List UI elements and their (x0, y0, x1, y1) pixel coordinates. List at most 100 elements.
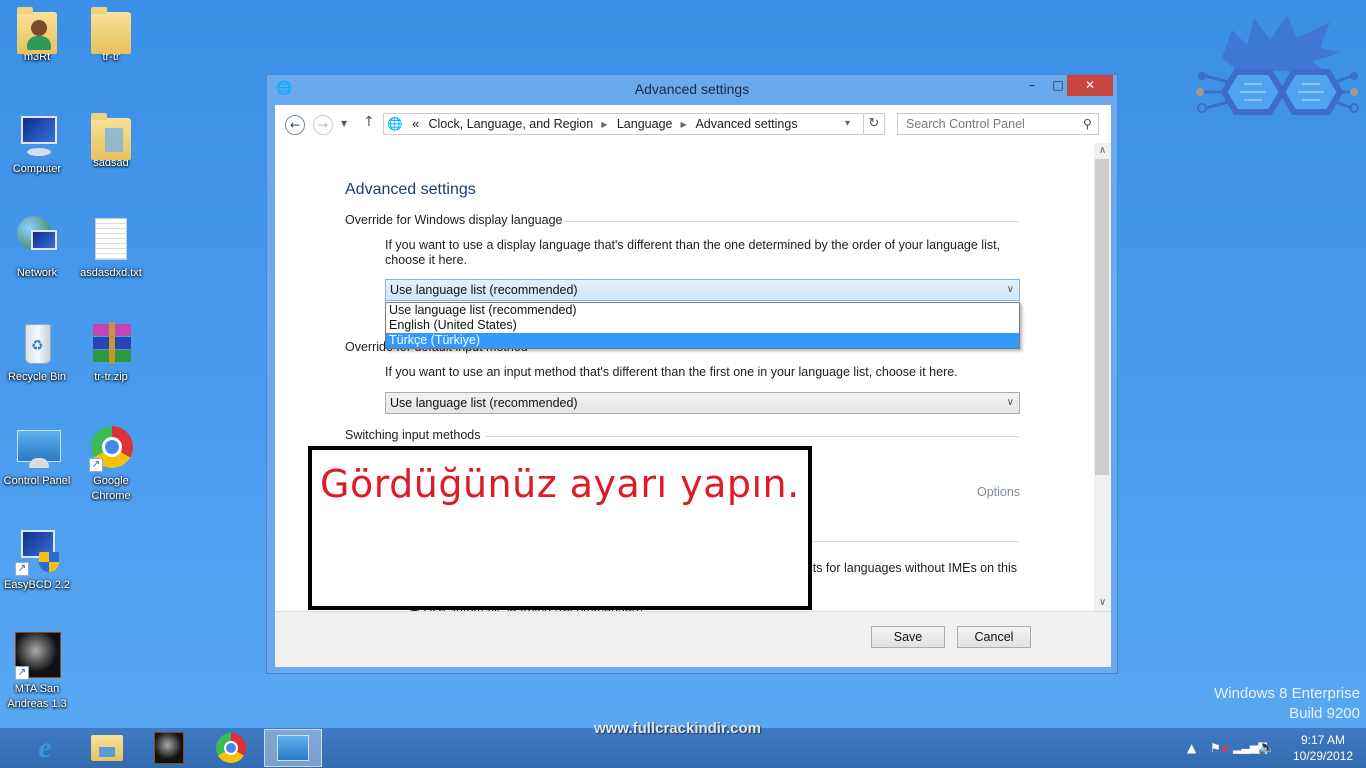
shortcut-arrow-icon: ↗ (89, 458, 103, 472)
display-language-select[interactable]: Use language list (recommended) ∨ (385, 279, 1020, 301)
address-dropdown-icon[interactable]: ▾ (845, 114, 850, 134)
section-display-language: Override for Windows display language (345, 213, 1019, 227)
up-button[interactable]: ↑ (363, 114, 375, 130)
os-version-label: Windows 8 Enterprise Build 9200 (1214, 684, 1360, 724)
recycle-bin-icon: ♻ (13, 320, 61, 368)
display-language-description: If you want to use a display language th… (385, 238, 1001, 267)
folder-icon (91, 7, 131, 54)
desktop-icon-recycle-bin[interactable]: ♻ Recycle Bin (0, 320, 74, 385)
section-switching-input-methods: Switching input methods (345, 428, 1019, 442)
close-button[interactable]: ✕ (1067, 75, 1113, 96)
dialog-footer: Save Cancel (275, 611, 1111, 667)
computer-icon (13, 112, 61, 160)
desktop-icon-asdasdxd-txt[interactable]: asdasdxd.txt (74, 216, 148, 281)
taskbar-control-panel[interactable] (264, 729, 322, 767)
mta-icon (154, 732, 184, 764)
watermark-logo (1196, 15, 1359, 115)
text-file-icon (87, 216, 135, 264)
desktop-icon-mta-san-andreas[interactable]: ↗ MTA San Andreas 1.3 (0, 632, 74, 712)
dropdown-option-selected[interactable]: Türkçe (Türkiye) (386, 333, 1019, 348)
display-language-dropdown: Use language list (recommended) English … (385, 302, 1020, 349)
search-icon[interactable]: ⚲ (1083, 114, 1092, 134)
taskbar-file-explorer[interactable] (78, 729, 136, 767)
vertical-scrollbar[interactable]: ∧ ∨ (1094, 143, 1111, 611)
back-button[interactable]: ← (285, 115, 305, 135)
user-folder-icon (17, 7, 57, 54)
icon-label: Recycle Bin (7, 371, 67, 383)
volume-icon[interactable]: 🔈 (1258, 728, 1275, 768)
winrar-archive-icon (87, 320, 135, 368)
annotation-text: Gördüğünüz ayarı yapın. (320, 462, 800, 506)
title-bar[interactable]: 🌐 Advanced settings – □ ✕ (267, 75, 1117, 105)
input-method-description: If you want to use an input method that'… (385, 365, 958, 379)
search-placeholder: Search Control Panel (906, 117, 1025, 131)
site-watermark: www.fullcrackindir.com (594, 720, 761, 737)
desktop-icon-tr-tr-zip[interactable]: tr-tr.zip (74, 320, 148, 385)
icon-label: Control Panel (3, 475, 71, 487)
select-value: Use language list (recommended) (390, 283, 578, 297)
icon-label: tr-tr.zip (94, 371, 128, 383)
section-divider (485, 436, 1019, 437)
breadcrumb-overflow[interactable]: « (412, 117, 419, 131)
scrollbar-thumb[interactable] (1095, 159, 1109, 475)
action-center-flag-icon[interactable]: ⚑✖ (1210, 728, 1228, 768)
refresh-button[interactable]: ↻ (863, 113, 885, 135)
navigation-bar: ← → ▾ ↑ 🌐 « Clock, Language, and Region ▶… (275, 105, 1111, 143)
icon-label: Network (16, 267, 58, 279)
scroll-down-icon[interactable]: ∨ (1094, 595, 1111, 611)
forward-button[interactable]: → (313, 115, 333, 135)
breadcrumb-advanced-settings[interactable]: Advanced settings (695, 117, 797, 131)
section-heading: Switching input methods (345, 428, 481, 442)
network-icon (13, 216, 61, 264)
icon-label: Computer (12, 163, 62, 175)
dropdown-option[interactable]: English (United States) (386, 318, 1019, 333)
desktop-icon-google-chrome[interactable]: ↗ Google Chrome (74, 424, 148, 504)
address-bar[interactable]: 🌐 « Clock, Language, and Region ▶ Languag… (383, 113, 885, 135)
breadcrumb-clock-language-region[interactable]: Clock, Language, and Region (429, 117, 594, 131)
icon-label: asdasdxd.txt (80, 267, 142, 279)
taskbar-google-chrome[interactable] (202, 729, 260, 767)
control-panel-icon (277, 735, 309, 761)
recent-locations-button[interactable]: ▾ (341, 116, 347, 130)
show-hidden-icons-button[interactable]: ▲ (1187, 728, 1196, 768)
chrome-icon (216, 733, 246, 763)
section-heading: Override for Windows display language (345, 213, 563, 227)
folder-icon (91, 113, 131, 160)
os-build: Build 9200 (1289, 705, 1360, 722)
system-clock[interactable]: 9:17 AM 10/29/2012 (1288, 732, 1358, 764)
desktop-icon-tr-tr[interactable]: tr-tr (74, 6, 148, 65)
scroll-up-icon[interactable]: ∧ (1094, 143, 1111, 159)
language-location-icon: 🌐 (387, 117, 403, 131)
icon-label: EasyBCD 2.2 (3, 579, 71, 591)
input-method-select[interactable]: Use language list (recommended) ∨ (385, 392, 1020, 414)
chevron-down-icon: ∨ (1006, 397, 1014, 408)
taskbar-internet-explorer[interactable]: e (16, 729, 74, 767)
internet-explorer-icon: e (38, 731, 52, 764)
breadcrumb-separator-icon[interactable]: ▶ (601, 120, 607, 129)
search-input[interactable]: Search Control Panel ⚲ (897, 113, 1099, 135)
file-explorer-icon (91, 735, 123, 761)
breadcrumb-language[interactable]: Language (617, 117, 673, 131)
instruction-annotation: Gördüğünüz ayarı yapın. (308, 446, 812, 610)
mta-icon: ↗ (13, 632, 61, 680)
breadcrumb-separator-icon[interactable]: ▶ (680, 120, 686, 129)
save-button[interactable]: Save (871, 626, 945, 648)
dropdown-option[interactable]: Use language list (recommended) (386, 303, 1019, 318)
taskbar-mta-san-andreas[interactable] (140, 729, 198, 767)
clock-date: 10/29/2012 (1292, 749, 1354, 763)
desktop-icon-easybcd[interactable]: ↗ EasyBCD 2.2 (0, 528, 74, 593)
page-title: Advanced settings (345, 181, 476, 198)
window-title: Advanced settings (634, 81, 750, 97)
options-link[interactable]: Options (977, 485, 1020, 499)
desktop-icon-control-panel[interactable]: Control Panel (0, 424, 74, 489)
chevron-down-icon: ∨ (1006, 284, 1014, 295)
desktop-icon-network[interactable]: Network (0, 216, 74, 281)
desktop-icon-sadsad[interactable]: sadsad (74, 112, 148, 171)
minimize-button[interactable]: – (1019, 75, 1045, 96)
desktop-icon-m3rt[interactable]: m3Rt (0, 6, 74, 65)
partial-description-text: ults for languages without IMEs on this (803, 561, 1018, 575)
shortcut-arrow-icon: ↗ (15, 562, 29, 576)
control-panel-icon (13, 424, 61, 472)
cancel-button[interactable]: Cancel (957, 626, 1031, 648)
desktop-icon-computer[interactable]: Computer (0, 112, 74, 177)
